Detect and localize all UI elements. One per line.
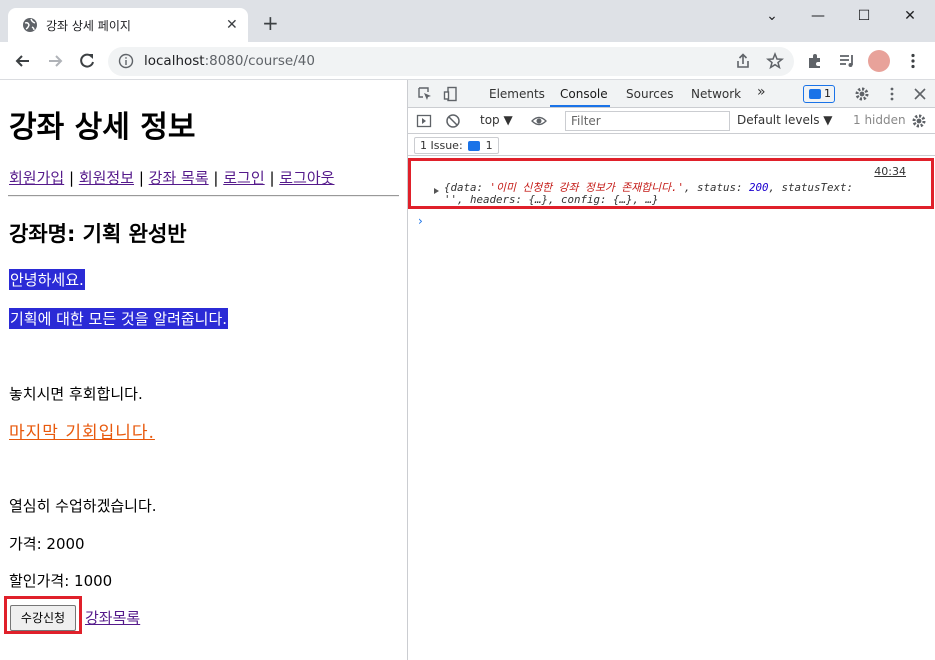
info-icon[interactable] [118,53,134,69]
nav-link-login[interactable]: 로그인 [223,169,264,187]
nav-link-logout[interactable]: 로그아웃 [279,169,334,187]
bookmark-star-icon[interactable] [766,52,784,70]
console-filter-input[interactable]: Filter [565,111,730,131]
page-title: 강좌 상세 정보 [9,110,196,145]
globe-icon [23,18,37,32]
nav-separator: | [269,169,275,187]
more-tabs-icon[interactable]: » [757,84,766,100]
reload-icon[interactable] [76,50,98,72]
enroll-button[interactable]: 수강신청 [10,605,76,631]
address-bar[interactable]: localhost:8080/course/40 [108,47,794,76]
url-host: localhost [144,53,205,69]
nav-links: 회원가입 | 회원정보 | 강좌 목록 | 로그인 | 로그아웃 [9,167,334,188]
tab-close-icon[interactable]: ✕ [226,17,238,33]
message-icon [809,89,821,99]
extensions-puzzle-icon[interactable] [806,52,824,70]
browser-tab[interactable]: 강좌 상세 페이지 ✕ [8,8,248,42]
log-status-value: 200 [749,181,769,194]
log-key-status: , status: [684,181,750,194]
console-log-entry[interactable]: 40:34 {data: '이미 신청한 강좌 정보가 존재합니다.', sta… [408,158,935,210]
log-levels-dropdown[interactable]: Default levels ▼ [737,113,833,127]
tab-search-chevron-icon[interactable]: ⌄ [749,5,795,27]
web-page: 강좌 상세 정보 회원가입 | 회원정보 | 강좌 목록 | 로그인 | 로그아… [0,80,407,660]
tab-elements[interactable]: Elements [489,87,545,101]
hidden-count: 1 hidden [853,113,906,127]
media-queue-icon[interactable] [838,52,856,70]
close-window-button[interactable]: ✕ [887,5,933,27]
course-price: 가격: 2000 [9,535,85,553]
url-text[interactable]: localhost:8080/course/40 [144,53,315,69]
devtools-panel: Elements Console Sources Network » 1 top… [407,80,935,660]
share-icon[interactable] [734,52,752,70]
dropdown-arrow-icon: ▼ [823,113,833,127]
issues-label: 1 Issue: [420,139,463,152]
nav-separator: | [68,169,75,187]
issues-chip[interactable]: 1 Issue: 1 [414,137,499,154]
new-tab-button[interactable]: + [262,13,279,33]
forward-arrow-icon[interactable] [44,50,66,72]
context-selector[interactable]: top ▼ [480,113,513,127]
course-desc-emphasis: 마지막 기회입니다. [9,423,155,443]
browser-titlebar: 강좌 상세 페이지 ✕ + ⌄ — ☐ ✕ [0,0,935,42]
devtools-menu-icon[interactable] [884,86,900,102]
course-desc-line-3: 놓치시면 후회합니다. [9,385,143,403]
close-devtools-icon[interactable] [912,86,928,102]
tab-sources[interactable]: Sources [626,87,673,101]
course-name: 강좌명: 기획 완성반 [9,222,187,246]
tab-title: 강좌 상세 페이지 [46,19,131,33]
issues-count: 1 [485,139,493,152]
tab-network[interactable]: Network [691,87,741,101]
badge-count: 1 [824,87,831,100]
course-desc-highlight-2: 기획에 대한 모든 것을 알려줍니다. [9,308,229,329]
device-toolbar-icon[interactable] [443,86,459,102]
log-source-link[interactable]: 40:34 [874,165,906,178]
nav-separator: | [138,169,144,187]
course-list-link[interactable]: 강좌목록 [85,607,140,628]
profile-avatar[interactable] [868,50,890,72]
nav-link-signup[interactable]: 회원가입 [9,169,64,187]
settings-gear-icon[interactable] [854,86,870,102]
divider [8,195,399,197]
browser-menu-icon[interactable] [904,52,922,70]
tab-console[interactable]: Console [560,87,608,101]
sidebar-toggle-icon[interactable] [416,113,432,129]
issues-badge[interactable]: 1 [803,85,835,103]
expand-triangle-icon[interactable] [434,188,439,194]
context-label: top [480,113,500,127]
console-toolbar: top ▼ Filter Default levels ▼ 1 hidden [408,108,935,134]
dropdown-arrow-icon: ▼ [503,113,513,127]
inspect-element-icon[interactable] [417,86,433,102]
issues-bar: 1 Issue: 1 [408,134,935,156]
minimize-button[interactable]: — [795,5,841,27]
devtools-tabbar: Elements Console Sources Network » 1 [408,80,935,108]
course-discount-price: 할인가격: 1000 [9,572,113,590]
live-expression-eye-icon[interactable] [531,113,547,129]
nav-link-course-list[interactable]: 강좌 목록 [149,169,209,187]
nav-link-member-info[interactable]: 회원정보 [79,169,134,187]
console-prompt-icon[interactable]: › [418,214,423,228]
message-icon [468,141,481,151]
course-desc-line-4: 열심히 수업하겠습니다. [9,497,157,515]
nav-separator: | [213,169,219,187]
log-key-statustext: , statusText: [768,181,854,194]
back-arrow-icon[interactable] [12,50,34,72]
maximize-button[interactable]: ☐ [841,5,887,27]
console-settings-gear-icon[interactable] [911,113,927,129]
browser-toolbar: localhost:8080/course/40 [0,42,935,80]
url-path: :8080/course/40 [204,53,315,69]
levels-label: Default levels [737,113,820,127]
clear-console-icon[interactable] [445,113,461,129]
log-object-line-2: '', headers: {…}, config: {…}, …} [444,193,659,206]
course-desc-highlight-1: 안녕하세요. [9,269,85,290]
active-tab-indicator [550,105,610,107]
